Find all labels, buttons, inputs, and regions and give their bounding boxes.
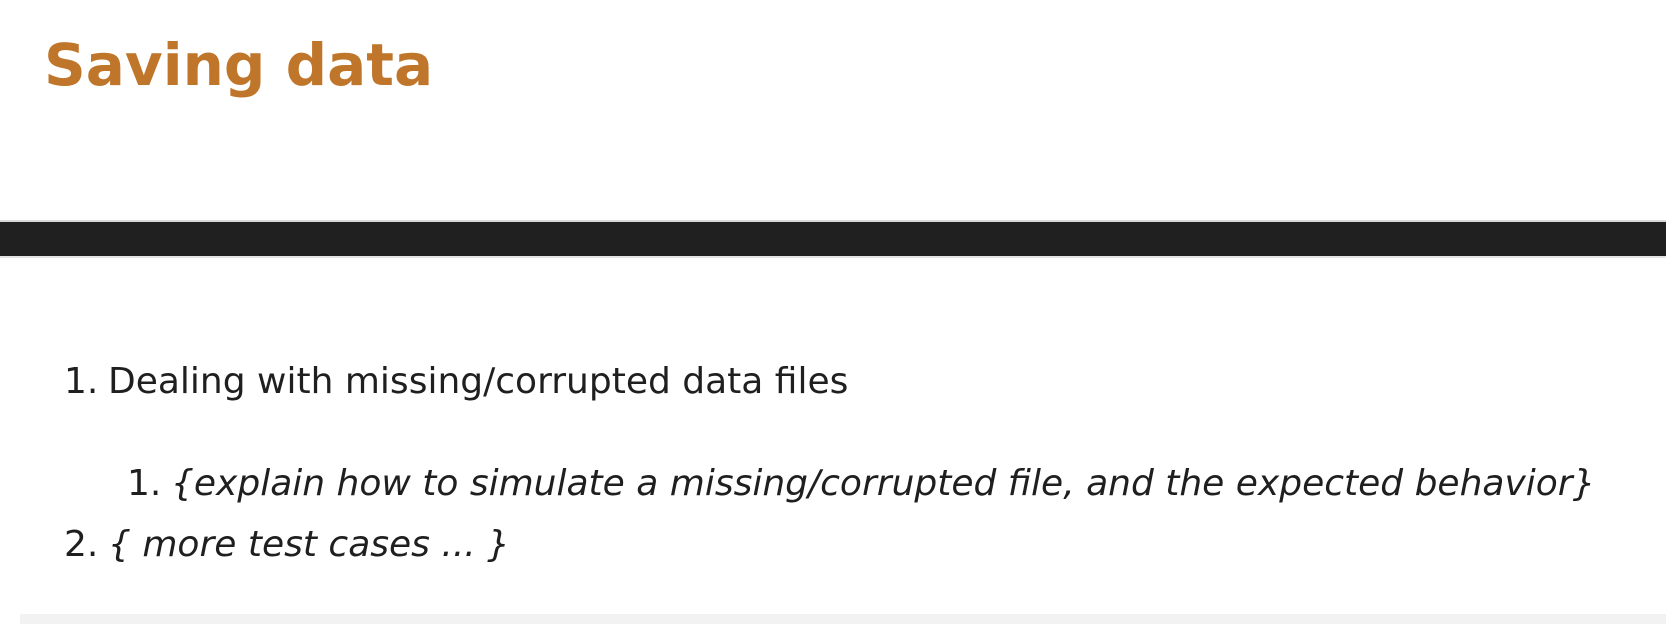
list-item-text: Dealing with missing/corrupted data file… <box>108 361 849 402</box>
list-item-text: { more test cases ... } <box>108 524 511 565</box>
bottom-strip <box>20 614 1666 624</box>
sub-list-item-number: 1. <box>127 463 162 504</box>
list-item-dealing-with-missing-files: 1. Dealing with missing/corrupted data fi… <box>64 354 848 410</box>
list-item-number: 2. <box>64 524 99 565</box>
sub-list-item-explain-simulation: 1. {explain how to simulate a missing/cor… <box>127 456 1596 512</box>
title-divider-bar <box>0 222 1666 256</box>
list-item-more-test-cases: 2.{ more test cases ... } <box>64 517 510 573</box>
list-item-number: 1. <box>64 361 99 402</box>
sub-list-item-text: {explain how to simulate a missing/corru… <box>171 463 1596 504</box>
page-title: Saving data <box>44 31 434 99</box>
